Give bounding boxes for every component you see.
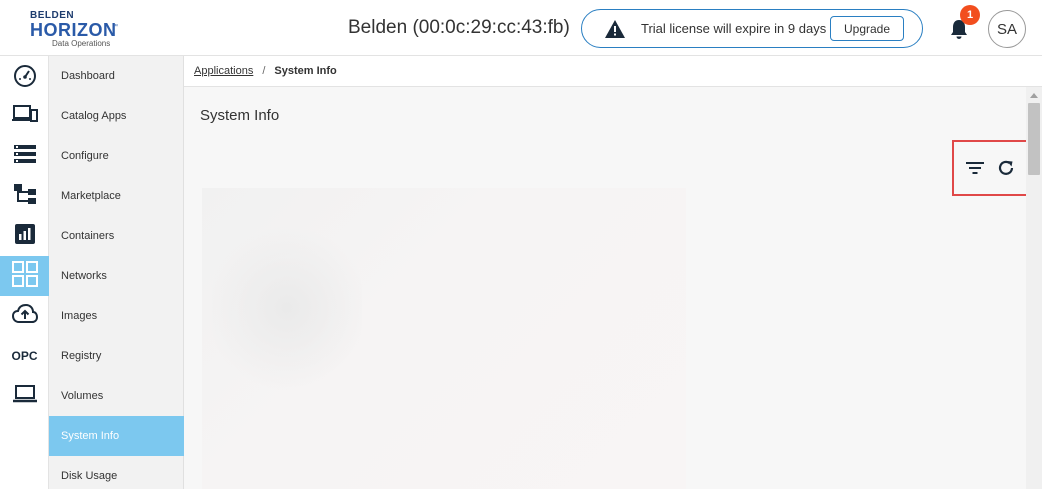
chart-icon	[14, 223, 36, 250]
system-info-content	[202, 188, 686, 489]
sidebar-icon-cloud[interactable]	[0, 296, 49, 336]
laptop-icon	[12, 384, 38, 409]
trial-text: Trial license will expire in 9 days	[641, 21, 827, 36]
menu-item-marketplace[interactable]: Marketplace	[49, 176, 184, 216]
sidebar-icon-catalog[interactable]	[0, 96, 49, 136]
sidebar-icon-containers[interactable]	[0, 216, 49, 256]
sidebar-icon-laptop[interactable]	[0, 376, 49, 416]
logo-line3: Data Operations	[52, 39, 111, 48]
menu-item-networks[interactable]: Networks	[49, 256, 184, 296]
breadcrumb-separator: /	[262, 65, 266, 77]
menu-item-dashboard[interactable]: Dashboard	[49, 56, 184, 96]
sidebar-icon-dashboard[interactable]	[0, 58, 49, 98]
menu-item-registry[interactable]: Registry	[49, 336, 184, 376]
filter-icon[interactable]	[963, 156, 987, 180]
gauge-icon	[13, 64, 37, 93]
menu-item-images[interactable]: Images	[49, 296, 184, 336]
sidebar-icon-configure[interactable]	[0, 136, 49, 176]
icon-sidebar: OPC	[0, 56, 49, 489]
trial-license-banner: Trial license will expire in 9 days Upgr…	[581, 9, 923, 48]
device-title: Belden (00:0c:29:cc:43:fb)	[348, 17, 570, 38]
breadcrumb: Applications / System Info	[184, 56, 1042, 87]
menu-item-configure[interactable]: Configure	[49, 136, 184, 176]
menu-item-disk-usage[interactable]: Disk Usage	[49, 456, 184, 496]
hierarchy-icon	[13, 183, 37, 210]
top-header: BELDEN HORIZON ™ Data Operations Belden …	[0, 0, 1042, 56]
breadcrumb-applications-link[interactable]: Applications	[194, 65, 253, 77]
notification-badge: 1	[960, 5, 980, 25]
warning-icon	[604, 19, 626, 39]
main-content: Applications / System Info System Info	[184, 56, 1042, 489]
blurred-content-area	[212, 218, 362, 398]
scroll-thumb[interactable]	[1028, 103, 1040, 175]
grid-icon	[11, 260, 38, 292]
sidebar-icon-marketplace[interactable]	[0, 176, 49, 216]
devices-icon	[11, 103, 38, 130]
sidebar-icon-opc[interactable]: OPC	[0, 336, 49, 376]
page-title: System Info	[200, 107, 280, 124]
vertical-scrollbar[interactable]	[1026, 87, 1042, 489]
menu-item-catalog-apps[interactable]: Catalog Apps	[49, 96, 184, 136]
belden-horizon-logo[interactable]: BELDEN HORIZON ™ Data Operations	[30, 10, 130, 50]
logo-trademark: ™	[112, 24, 118, 30]
upgrade-button[interactable]: Upgrade	[830, 16, 904, 41]
list-icon	[13, 144, 37, 169]
menu-item-volumes[interactable]: Volumes	[49, 376, 184, 416]
toolbar-highlight	[952, 140, 1029, 196]
sub-menu: Dashboard Catalog Apps Configure Marketp…	[49, 56, 184, 489]
sidebar-icon-applications[interactable]	[0, 256, 49, 296]
refresh-icon[interactable]	[994, 156, 1018, 180]
menu-item-system-info[interactable]: System Info	[49, 416, 184, 456]
menu-item-containers[interactable]: Containers	[49, 216, 184, 256]
opc-icon: OPC	[11, 349, 38, 363]
cloud-upload-icon	[11, 303, 38, 330]
user-avatar[interactable]: SA	[988, 10, 1026, 48]
scroll-up-arrow-icon[interactable]	[1030, 93, 1038, 98]
logo-line2: HORIZON	[30, 20, 117, 40]
breadcrumb-current: System Info	[274, 65, 337, 77]
